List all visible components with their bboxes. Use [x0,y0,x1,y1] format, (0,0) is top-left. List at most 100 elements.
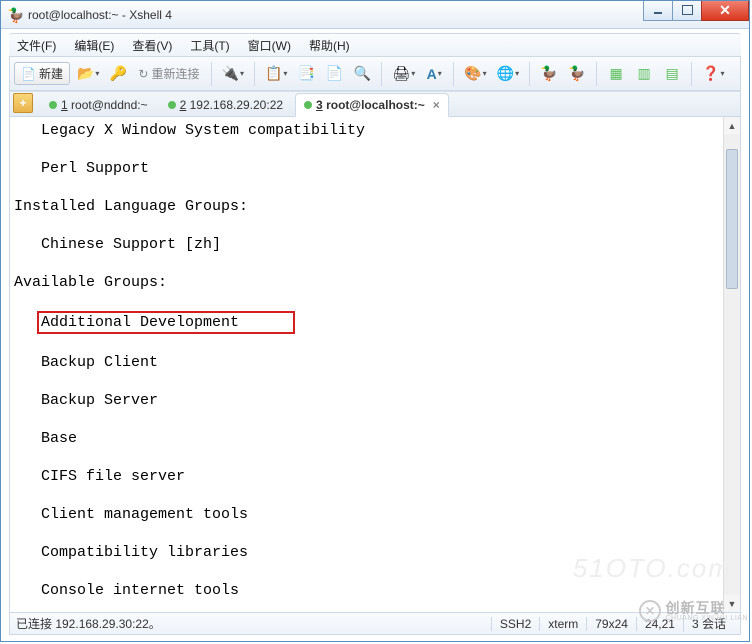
terminal-pane: Legacy X Window System compatibility Per… [9,117,741,613]
separator-icon [691,62,692,86]
terminal-line: Installed Language Groups: [14,197,740,216]
new-icon: 📄 [21,67,36,81]
terminal-line: Legacy X Window System compatibility [14,121,740,140]
help-button[interactable]: ❓ [699,62,727,86]
open-button[interactable]: 📂 [74,62,102,86]
tab-session-2[interactable]: 2 192.168.29.20:22 [160,94,291,116]
new-label: 新建 [39,65,63,82]
terminal-line: Backup Server [14,391,740,410]
app-icon: 🦆 [7,7,23,23]
find-button[interactable]: 🔍 [350,62,374,86]
maximize-button[interactable] [672,1,702,21]
status-dot-icon [304,101,312,109]
status-ssh: SSH2 [491,617,539,631]
scroll-up-icon[interactable]: ▲ [724,117,740,134]
tab-session-1[interactable]: 1 root@nddnd:~ [41,94,156,116]
font-button[interactable]: A [422,62,446,86]
terminal-line: CIFS file server [14,467,740,486]
terminal-line: Chinese Support [zh] [14,235,740,254]
terminal-line: Available Groups: [14,273,740,292]
transfer2-button[interactable]: 🦆 [565,62,589,86]
separator-icon [254,62,255,86]
separator-icon [381,62,382,86]
paste-button[interactable]: 📄 [322,62,346,86]
add-tab-button[interactable]: + [13,93,33,113]
titlebar: 🦆 root@localhost:~ - Xshell 4 ✕ [1,1,749,29]
window-title: root@localhost:~ - Xshell 4 [28,8,644,22]
menu-edit[interactable]: 编辑(E) [70,35,118,56]
status-connection: 已连接 192.168.29.30:22。 [16,615,491,632]
vert-icon: ▥ [637,65,650,82]
tile2-button[interactable]: ▥ [632,62,656,86]
status-sessions: 3 会话 [683,615,734,632]
menu-tools[interactable]: 工具(T) [186,35,233,56]
terminal-line: Client management tools [14,505,740,524]
tile1-button[interactable]: ▦ [604,62,628,86]
copy-icon: 📑 [298,65,315,82]
highlighted-group: Additional Development [37,311,295,334]
plug-icon: 🔌 [222,65,239,82]
minimize-button[interactable] [643,1,673,21]
separator-icon [211,62,212,86]
terminal-line: Base [14,429,740,448]
separator-icon [529,62,530,86]
properties-button[interactable]: 📋 [262,62,290,86]
tab-label: 2 192.168.29.20:22 [180,98,283,112]
key-icon: 🔑 [110,65,127,82]
terminal-line: Additional Development [14,311,740,334]
status-cursor: 24,21 [636,617,683,631]
separator-icon [453,62,454,86]
status-term: xterm [539,617,586,631]
terminal-output[interactable]: Legacy X Window System compatibility Per… [10,117,740,612]
tab-label: 1 root@nddnd:~ [61,98,148,112]
statusbar: 已连接 192.168.29.30:22。 SSH2 xterm 79x24 2… [9,613,741,635]
tab-session-3[interactable]: 3 root@localhost:~ × [295,93,449,117]
status-dot-icon [49,101,57,109]
status-dot-icon [168,101,176,109]
copy-button[interactable]: 📑 [294,62,318,86]
globe-icon: 🌐 [497,65,514,82]
transfer-button[interactable]: 🦆 [537,62,561,86]
status-size: 79x24 [586,617,636,631]
transfer-icon: 🦆 [540,65,557,82]
menu-window[interactable]: 窗口(W) [244,35,295,56]
paste-icon: 📄 [326,65,343,82]
search-icon: 🔍 [354,65,371,82]
tab-label: 3 root@localhost:~ [316,98,425,112]
separator-icon [596,62,597,86]
menu-file[interactable]: 文件(F) [13,35,60,56]
disconnect-button[interactable]: 🔌 [219,62,247,86]
menu-help[interactable]: 帮助(H) [305,35,354,56]
printer-icon: 🖨 [392,65,410,82]
close-button[interactable]: ✕ [701,1,749,21]
vertical-scrollbar[interactable]: ▲ ▼ [723,117,740,612]
menu-view[interactable]: 查看(V) [128,35,176,56]
reconnect-label: 重新连接 [151,65,199,82]
horiz-icon: ▤ [665,65,678,82]
font-icon: A [427,66,437,82]
reconnect-button[interactable]: ↻ 重新连接 [134,65,203,82]
transfer2-icon: 🦆 [568,65,585,82]
scroll-thumb[interactable] [726,149,738,289]
close-tab-icon[interactable]: × [433,98,440,112]
terminal-line: Backup Client [14,353,740,372]
print-button[interactable]: 🖨 [389,62,418,86]
app-window: 🦆 root@localhost:~ - Xshell 4 ✕ 文件(F) 编辑… [0,0,750,642]
terminal-line: Console internet tools [14,581,740,600]
sheet-icon: 📋 [265,65,282,82]
color-button[interactable]: 🎨 [461,62,489,86]
terminal-line: Perl Support [14,159,740,178]
tabbar: + 1 root@nddnd:~ 2 192.168.29.20:22 3 ro… [9,91,741,117]
key-button[interactable]: 🔑 [106,62,130,86]
reconnect-icon: ↻ [138,67,148,81]
scroll-track[interactable] [724,134,740,595]
menubar: 文件(F) 编辑(E) 查看(V) 工具(T) 窗口(W) 帮助(H) [9,33,741,57]
new-button[interactable]: 📄 新建 [14,62,70,85]
tile3-button[interactable]: ▤ [660,62,684,86]
grid-icon: ▦ [609,65,622,82]
scroll-down-icon[interactable]: ▼ [724,595,740,612]
web-button[interactable]: 🌐 [494,62,522,86]
palette-icon: 🎨 [464,65,481,82]
toolbar: 📄 新建 📂 🔑 ↻ 重新连接 🔌 📋 📑 📄 🔍 🖨 A 🎨 🌐 🦆 🦆 ▦ … [9,57,741,91]
terminal-line: Compatibility libraries [14,543,740,562]
